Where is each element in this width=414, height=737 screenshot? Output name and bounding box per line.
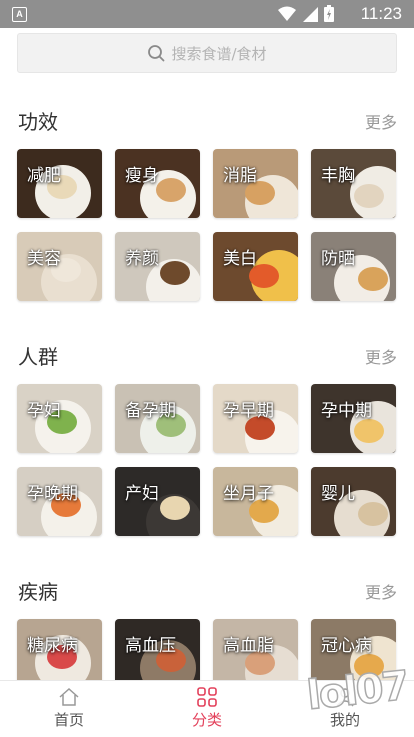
category-tile-label: 养颜 [125, 249, 159, 269]
category-tile-label: 婴儿 [321, 484, 355, 504]
category-tile-label: 防晒 [321, 249, 355, 269]
category-tile-label: 糖尿病 [27, 636, 78, 656]
grid-icon [197, 687, 217, 707]
category-tile-label: 孕晚期 [27, 484, 78, 504]
category-tile[interactable]: 坐月子 [213, 467, 298, 536]
category-tile[interactable]: 高血压 [115, 619, 200, 688]
food-image [354, 184, 384, 208]
more-link[interactable]: 更多 [365, 579, 397, 603]
category-tile-label: 产妇 [125, 484, 159, 504]
category-tile-label: 孕早期 [223, 401, 274, 421]
category-tile[interactable]: 备孕期 [115, 384, 200, 453]
category-tile-label: 美白 [223, 249, 257, 269]
category-tile-label: 高血压 [125, 636, 176, 656]
category-tile-label: 孕妇 [27, 401, 61, 421]
food-image [160, 496, 190, 520]
food-image [358, 267, 388, 291]
food-image [156, 178, 186, 202]
category-tile-label: 坐月子 [223, 484, 274, 504]
home-icon [59, 687, 79, 706]
section-title: 疾病 [18, 580, 58, 604]
signal-icon [303, 6, 318, 22]
tab-home[interactable]: 首页 [0, 681, 138, 737]
category-tile[interactable]: 糖尿病 [17, 619, 102, 688]
category-tile[interactable]: 孕妇 [17, 384, 102, 453]
category-tile-label: 消脂 [223, 166, 257, 186]
more-link[interactable]: 更多 [365, 109, 397, 133]
section-title: 功效 [18, 110, 58, 134]
tab-category-label: 分类 [191, 711, 222, 729]
category-tile[interactable]: 瘦身 [115, 149, 200, 218]
category-tile-label: 美容 [27, 249, 61, 269]
food-image [160, 261, 190, 285]
clock: 11:23 [360, 4, 402, 23]
wifi-icon [278, 6, 296, 21]
section-title: 人群 [18, 345, 58, 369]
category-tile[interactable]: 丰胸 [311, 149, 396, 218]
category-tile[interactable]: 防晒 [311, 232, 396, 301]
more-link[interactable]: 更多 [365, 344, 397, 368]
tab-home-label: 首页 [53, 711, 84, 729]
tab-category[interactable]: 分类 [138, 681, 276, 737]
search-placeholder: 搜索食谱/食材 [171, 44, 267, 63]
category-tile[interactable]: 孕早期 [213, 384, 298, 453]
category-tile-label: 备孕期 [125, 401, 176, 421]
category-tile-label: 丰胸 [321, 166, 355, 186]
search-input[interactable]: 搜索食谱/食材 [17, 33, 397, 73]
category-tile[interactable]: 消脂 [213, 149, 298, 218]
category-tile[interactable]: 婴儿 [311, 467, 396, 536]
category-tile[interactable]: 美容 [17, 232, 102, 301]
category-tile-label: 减肥 [27, 166, 61, 186]
food-image [354, 419, 384, 443]
search-icon [148, 45, 165, 62]
category-tile[interactable]: 孕晚期 [17, 467, 102, 536]
battery-icon [324, 5, 334, 22]
category-tile[interactable]: 减肥 [17, 149, 102, 218]
category-tile[interactable]: 美白 [213, 232, 298, 301]
status-icons [278, 5, 334, 22]
category-tile-label: 瘦身 [125, 166, 159, 186]
notification-app-icon: A [12, 7, 27, 22]
category-tile-label: 孕中期 [321, 401, 372, 421]
category-tile[interactable]: 产妇 [115, 467, 200, 536]
status-bar: A 11:23 [0, 0, 414, 28]
category-tile[interactable]: 孕中期 [311, 384, 396, 453]
category-tile-label: 冠心病 [321, 636, 372, 656]
category-tile[interactable]: 养颜 [115, 232, 200, 301]
category-tile[interactable]: 高血脂 [213, 619, 298, 688]
category-tile-label: 高血脂 [223, 636, 274, 656]
food-image [358, 502, 388, 526]
